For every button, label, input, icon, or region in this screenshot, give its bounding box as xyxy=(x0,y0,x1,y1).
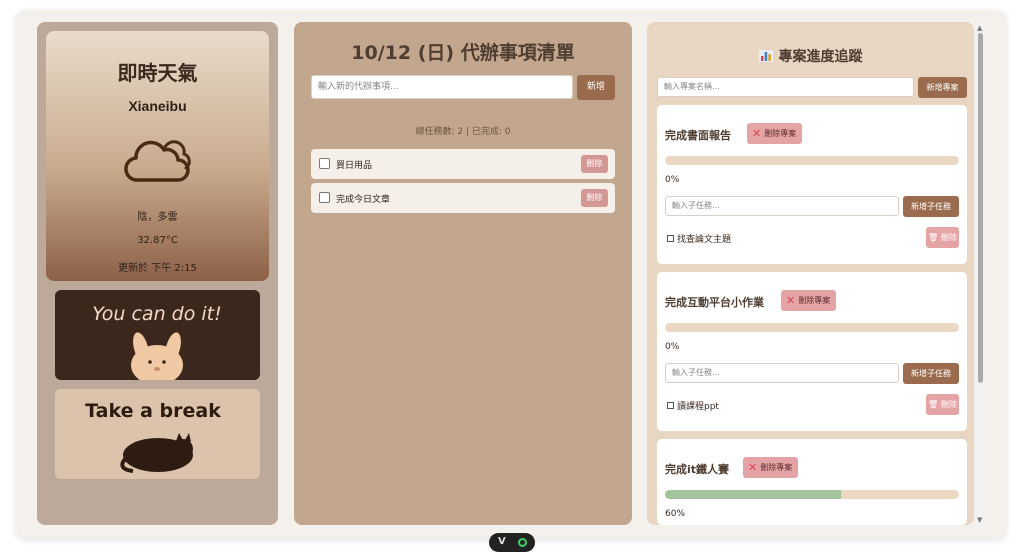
project-title: 專案進度追蹤 xyxy=(647,46,974,66)
todo-item: 完成今日文章 刪除 xyxy=(311,183,615,213)
subtask-item: 讀課程ppt xyxy=(667,399,719,412)
close-icon: ✕ xyxy=(752,127,762,140)
subtask-checkbox[interactable] xyxy=(667,402,674,409)
delete-todo-button[interactable]: 刪除 xyxy=(581,155,608,173)
subtask-input[interactable]: 輸入子任務... xyxy=(665,196,899,216)
weather-title: 即時天氣 xyxy=(117,61,198,85)
scroll-up-arrow-icon[interactable]: ▲ xyxy=(977,24,982,32)
progress-percent: 0% xyxy=(665,342,680,352)
delete-project-label: 刪除專案 xyxy=(798,296,831,305)
todo-item-text: 完成今日文章 xyxy=(336,195,391,205)
delete-subtask-button[interactable]: 🗑 刪除 xyxy=(926,394,959,415)
progress-bar xyxy=(665,323,959,332)
todo-checkbox[interactable] xyxy=(319,192,330,203)
weather-card: 即時天氣 Xianeibu 陰，多雲 32.87°C 更新於 下午 2:15 xyxy=(46,31,269,281)
progress-bar xyxy=(665,490,959,499)
add-subtask-button[interactable]: 新增子任務 xyxy=(903,196,959,217)
subtask-text: 讀課程ppt xyxy=(677,402,719,412)
subtask-input[interactable]: 輸入子任務... xyxy=(665,363,899,383)
v-logo-icon: V xyxy=(498,536,506,547)
delete-project-label: 刪除專案 xyxy=(760,463,793,472)
project-name-input[interactable]: 輸入專案名稱... xyxy=(657,77,914,97)
close-icon: ✕ xyxy=(748,461,758,474)
todo-checkbox[interactable] xyxy=(319,158,330,169)
add-project-button[interactable]: 新增專案 xyxy=(918,77,967,98)
todo-item-text: 買日用品 xyxy=(336,161,373,171)
project-name: 完成it鐵人賽 xyxy=(665,463,730,476)
progress-percent: 60% xyxy=(665,509,686,519)
weather-updated-time: 更新於 下午 2:15 xyxy=(118,263,197,274)
delete-project-label: 刪除專案 xyxy=(764,129,797,138)
break-card: Take a break xyxy=(55,389,260,479)
weather-description: 陰，多雲 xyxy=(137,212,178,223)
progress-percent: 0% xyxy=(665,175,680,185)
scroll-down-arrow-icon[interactable]: ▼ xyxy=(977,516,982,524)
bunny-icon xyxy=(131,332,183,380)
status-indicator-icon xyxy=(518,538,527,547)
delete-todo-button[interactable]: 刪除 xyxy=(581,189,608,207)
delete-project-button[interactable]: ✕ 刪除專案 xyxy=(747,123,803,144)
delete-project-button[interactable]: ✕ 刪除專案 xyxy=(781,290,837,311)
add-subtask-button[interactable]: 新增子任務 xyxy=(903,363,959,384)
bottom-toolbar-widget[interactable]: V xyxy=(489,533,535,552)
weather-temperature: 32.87°C xyxy=(137,235,178,246)
trash-icon: 🗑 xyxy=(928,233,939,242)
close-icon: ✕ xyxy=(786,294,796,307)
project-name: 完成書面報告 xyxy=(665,129,731,142)
delete-subtask-button[interactable]: 🗑 刪除 xyxy=(926,227,959,248)
trash-icon: 🗑 xyxy=(928,400,939,409)
progress-bar xyxy=(665,156,959,165)
progress-fill xyxy=(665,490,842,499)
break-text: Take a break xyxy=(85,400,221,422)
motivation-text: You can do it! xyxy=(92,303,221,325)
add-todo-button[interactable]: 新增 xyxy=(577,75,615,100)
sleeping-cat-icon xyxy=(120,433,193,473)
project-card: 完成it鐵人賽 ✕ 刪除專案 60% xyxy=(657,439,967,525)
project-title-text: 專案進度追蹤 xyxy=(778,49,863,65)
subtask-text: 找查論文主題 xyxy=(677,235,732,245)
todo-input[interactable]: 輸入新的代辦事項... xyxy=(311,75,573,99)
subtask-checkbox[interactable] xyxy=(667,235,674,242)
project-card: 完成書面報告 ✕ 刪除專案 0% 輸入子任務... 新增子任務 找查論文主題 🗑 … xyxy=(657,105,967,264)
bar-chart-icon xyxy=(758,50,773,62)
weather-city: Xianeibu xyxy=(128,98,187,114)
cloud-icon xyxy=(123,136,192,186)
todo-item: 買日用品 刪除 xyxy=(311,149,615,179)
todo-stats: 總任務數: 2 | 已完成: 0 xyxy=(415,127,511,137)
motivation-card: You can do it! xyxy=(55,290,260,380)
scrollbar-thumb[interactable] xyxy=(978,33,983,383)
project-name: 完成互動平台小作業 xyxy=(665,296,764,309)
subtask-item: 找查論文主題 xyxy=(667,232,731,245)
project-card: 完成互動平台小作業 ✕ 刪除專案 0% 輸入子任務... 新增子任務 讀課程ppt… xyxy=(657,272,967,431)
todo-title: 10/12 (日) 代辦事項清單 xyxy=(351,42,575,64)
delete-project-button[interactable]: ✕ 刪除專案 xyxy=(743,457,799,478)
